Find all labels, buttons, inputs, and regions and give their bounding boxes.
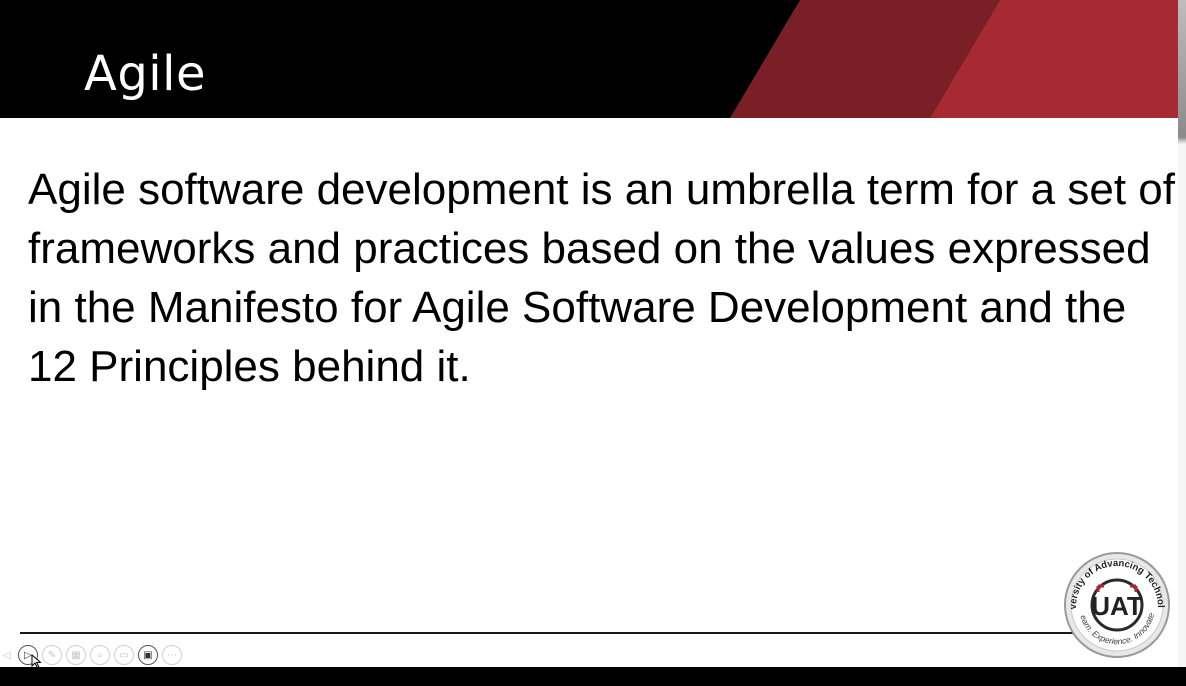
more-icon[interactable]: ⋯ — [162, 645, 182, 665]
slides-grid-icon[interactable]: ▦ — [66, 645, 86, 665]
slide-body-text: Agile software development is an umbrell… — [28, 165, 1175, 391]
slideshow-toolbar: ◁ ▷ ✎ ▦ ⌕ ▭ ▣ ⋯ — [0, 644, 182, 666]
zoom-icon[interactable]: ⌕ — [90, 645, 110, 665]
slide-title: Agile — [84, 46, 207, 102]
bottom-bar — [0, 667, 1186, 686]
svg-text:UAT: UAT — [1091, 591, 1143, 621]
subtitles-icon[interactable]: ▭ — [114, 645, 134, 665]
footer-rule — [20, 632, 1080, 634]
uat-logo: University of Advancing Technology Learn… — [1062, 551, 1170, 658]
camera-icon[interactable]: ▣ — [138, 645, 158, 665]
window-edge — [1178, 0, 1186, 686]
previous-icon[interactable]: ◁ — [0, 645, 14, 665]
slide-header: Agile — [0, 0, 1186, 118]
pen-icon[interactable]: ✎ — [42, 645, 62, 665]
